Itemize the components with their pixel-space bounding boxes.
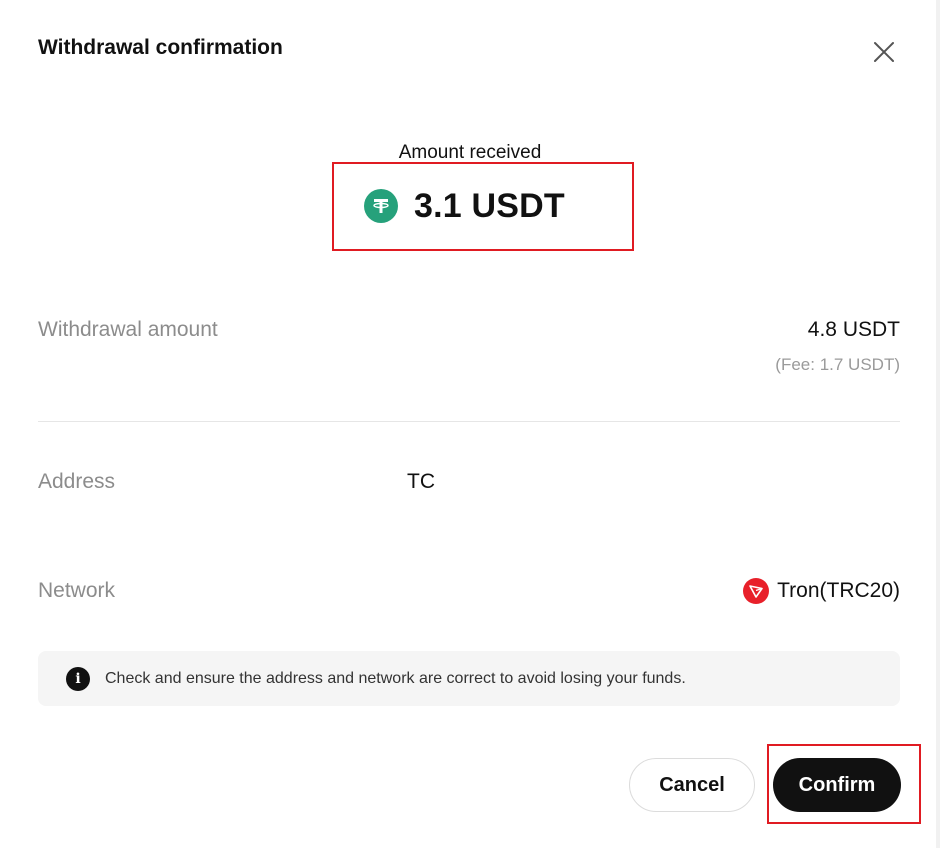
dialog-title: Withdrawal confirmation bbox=[38, 36, 283, 59]
address-label: Address bbox=[38, 470, 116, 493]
network-label: Network bbox=[38, 579, 116, 602]
cancel-button[interactable]: Cancel bbox=[629, 758, 755, 812]
address-value: TC bbox=[407, 470, 435, 493]
notice-text: Check and ensure the address and network… bbox=[105, 669, 686, 687]
amount-received: 3.1 USDT bbox=[364, 186, 565, 226]
fee-text: (Fee: 1.7 USDT) bbox=[775, 355, 900, 374]
warning-notice: i Check and ensure the address and netwo… bbox=[38, 651, 900, 706]
network-name: Tron(TRC20) bbox=[777, 579, 900, 602]
amount-received-value: 3.1 USDT bbox=[414, 186, 565, 225]
usdt-icon bbox=[364, 189, 398, 223]
info-icon: i bbox=[66, 666, 90, 691]
withdrawal-confirmation-dialog: Withdrawal confirmation Amount received … bbox=[0, 0, 940, 848]
backdrop-edge bbox=[936, 0, 940, 848]
tron-icon bbox=[743, 578, 770, 604]
divider bbox=[38, 421, 900, 422]
withdrawal-amount-value: 4.8 USDT bbox=[807, 318, 900, 341]
withdrawal-amount-label: Withdrawal amount bbox=[38, 318, 218, 341]
close-button[interactable] bbox=[870, 38, 898, 66]
close-icon bbox=[874, 42, 894, 62]
network-value: Tron(TRC20) bbox=[743, 578, 900, 604]
amount-received-label: Amount received bbox=[398, 142, 542, 163]
confirm-highlight-box bbox=[767, 744, 921, 824]
